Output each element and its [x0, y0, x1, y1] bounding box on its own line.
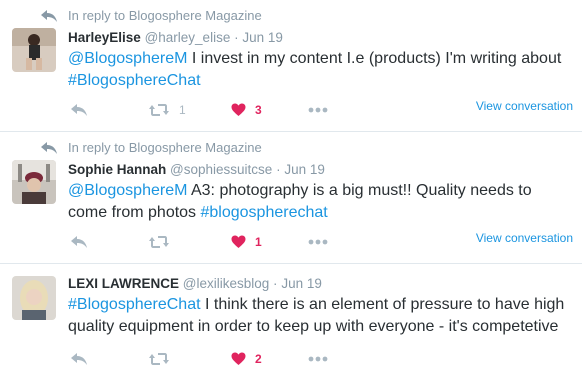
view-conversation-link[interactable]: View conversation	[476, 231, 573, 245]
avatar[interactable]	[12, 160, 56, 204]
tweet-feed: In reply to Blogosphere Magazine HarleyE…	[0, 0, 582, 385]
retweet-count: 1	[179, 103, 186, 117]
hashtag-link[interactable]: #BlogosphereChat	[68, 72, 201, 89]
tweet[interactable]: In reply to Blogosphere Magazine HarleyE…	[0, 0, 582, 132]
reply-button[interactable]	[70, 352, 88, 366]
reply-context[interactable]: In reply to Blogosphere Magazine	[40, 140, 262, 155]
avatar[interactable]	[12, 28, 56, 72]
retweet-icon	[149, 353, 169, 365]
reply-context-text: In reply to Blogosphere Magazine	[68, 140, 262, 155]
like-count: 3	[255, 103, 262, 117]
reply-icon	[71, 104, 87, 116]
reply-context-icon	[41, 9, 57, 22]
like-count: 1	[255, 235, 262, 249]
more-icon	[308, 107, 328, 113]
separator-dot: ·	[276, 162, 281, 177]
mention-link[interactable]: @BlogosphereM	[68, 182, 187, 199]
mention-link[interactable]: @BlogosphereM	[68, 50, 187, 67]
more-button[interactable]	[308, 103, 328, 117]
like-button[interactable]: 3	[231, 103, 262, 117]
hashtag-link[interactable]: #blogospherechat	[201, 204, 328, 221]
timestamp[interactable]: Jun 19	[284, 162, 325, 177]
avatar[interactable]	[12, 276, 56, 320]
screen-name[interactable]: @harley_elise	[145, 30, 231, 45]
retweet-icon	[149, 104, 169, 116]
retweet-button[interactable]: 1	[148, 103, 186, 117]
heart-icon	[231, 103, 246, 116]
more-button[interactable]	[308, 235, 328, 249]
reply-context-text: In reply to Blogosphere Magazine	[68, 8, 262, 23]
heart-icon	[231, 352, 246, 365]
tweet-text: @BlogosphereM I invest in my content I.e…	[68, 48, 568, 92]
hashtag-link[interactable]: #BlogosphereChat	[68, 296, 201, 313]
reply-context[interactable]: In reply to Blogosphere Magazine	[40, 8, 262, 23]
tweet-text: #BlogosphereChat I think there is an ele…	[68, 294, 568, 338]
fullname[interactable]: LEXI LAWRENCE	[68, 276, 179, 291]
screen-name[interactable]: @sophiessuitcse	[170, 162, 272, 177]
retweet-icon	[149, 236, 169, 248]
retweet-button[interactable]	[148, 352, 179, 366]
timestamp[interactable]: Jun 19	[242, 30, 283, 45]
heart-icon	[231, 235, 246, 248]
view-conversation-link[interactable]: View conversation	[476, 99, 573, 113]
like-count: 2	[255, 352, 262, 366]
reply-button[interactable]	[70, 103, 88, 117]
fullname[interactable]: HarleyElise	[68, 30, 141, 45]
tweet[interactable]: In reply to Blogosphere Magazine Sophie …	[0, 132, 582, 264]
timestamp[interactable]: Jun 19	[281, 276, 322, 291]
retweet-button[interactable]	[148, 235, 179, 249]
reply-button[interactable]	[70, 235, 88, 249]
reply-icon	[71, 353, 87, 365]
more-icon	[308, 239, 328, 245]
tweet-body: I invest in my content I.e (products) I'…	[187, 50, 562, 67]
more-icon	[308, 356, 328, 362]
tweet-header: LEXI LAWRENCE @lexilikesblog · Jun 19	[68, 276, 322, 291]
fullname[interactable]: Sophie Hannah	[68, 162, 166, 177]
tweet[interactable]: LEXI LAWRENCE @lexilikesblog · Jun 19 #B…	[0, 264, 582, 385]
like-button[interactable]: 1	[231, 235, 262, 249]
separator-dot: ·	[234, 30, 239, 45]
tweet-header: Sophie Hannah @sophiessuitcse · Jun 19	[68, 162, 325, 177]
more-button[interactable]	[308, 352, 328, 366]
like-button[interactable]: 2	[231, 352, 262, 366]
tweet-header: HarleyElise @harley_elise · Jun 19	[68, 30, 283, 45]
reply-context-icon	[41, 141, 57, 154]
tweet-text: @BlogosphereM A3: photography is a big m…	[68, 180, 568, 224]
screen-name[interactable]: @lexilikesblog	[183, 276, 270, 291]
reply-icon	[71, 236, 87, 248]
separator-dot: ·	[273, 276, 278, 291]
